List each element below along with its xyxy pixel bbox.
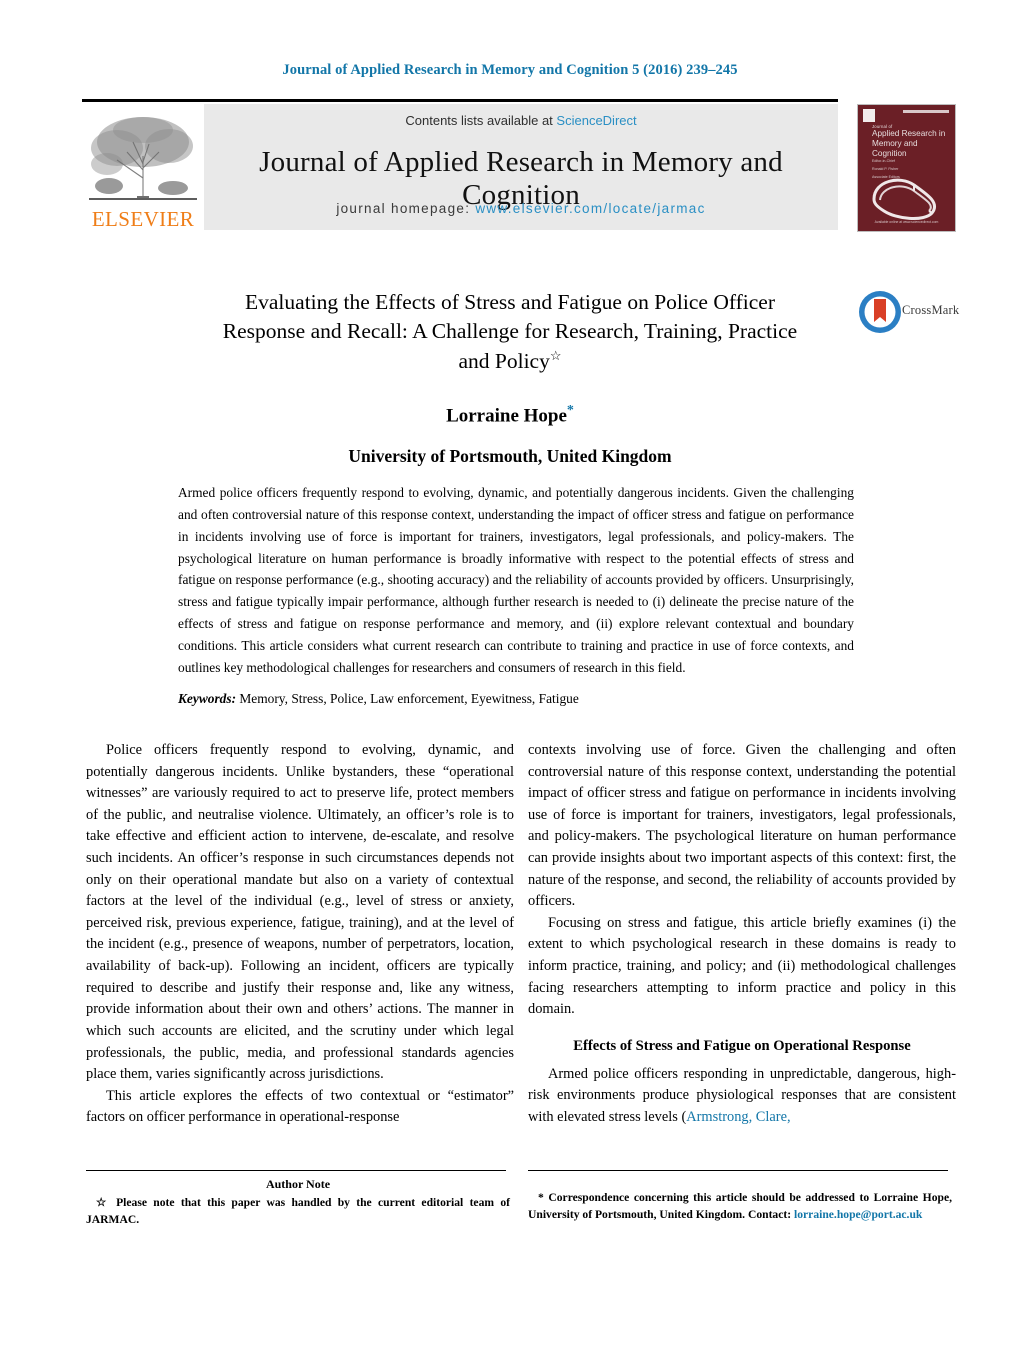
title-line-3: and Policy — [458, 349, 550, 374]
cover-title-block: Journal of Applied Research in Memory an… — [872, 124, 950, 159]
footnote-marker: * — [538, 1191, 544, 1204]
author-name: Lorraine Hope* — [180, 403, 840, 427]
keywords-value: Memory, Stress, Police, Law enforcement,… — [239, 691, 579, 706]
homepage-url-link[interactable]: www.elsevier.com/locate/jarmac — [475, 201, 705, 216]
cover-top-rule — [903, 110, 949, 113]
body-column-right: contexts involving use of force. Given t… — [528, 740, 956, 1129]
elsevier-tree-icon — [87, 112, 199, 208]
paragraph: Police officers frequently respond to ev… — [86, 742, 514, 1083]
elsevier-logo: ELSEVIER — [82, 104, 204, 230]
footnote-author-note: Author Note ☆ Please note that this pape… — [86, 1176, 510, 1228]
masthead-banner: Contents lists available at ScienceDirec… — [204, 104, 838, 230]
cover-title-line2: Applied Research in — [872, 129, 946, 139]
footnote-rule-right — [528, 1170, 948, 1171]
body-column-left: Police officers frequently respond to ev… — [86, 740, 514, 1129]
crossmark-badge[interactable]: CrossMark — [858, 290, 960, 338]
footnote-body: * Correspondence concerning this article… — [528, 1190, 952, 1223]
keywords-line: Keywords: Memory, Stress, Police, Law en… — [178, 691, 854, 707]
title-footnote-marker[interactable]: ☆ — [550, 348, 562, 363]
paragraph: Focusing on stress and fatigue, this art… — [528, 914, 956, 1018]
contents-prefix: Contents lists available at — [405, 113, 553, 128]
cover-title-line3: Memory and Cognition — [872, 139, 918, 159]
email-link[interactable]: lorraine.hope@port.ac.uk — [794, 1208, 922, 1221]
section-heading: Effects of Stress and Fatigue on Operati… — [573, 1037, 911, 1054]
paper-page: Journal of Applied Research in Memory an… — [0, 0, 1020, 1351]
masthead-top-rule — [82, 99, 838, 102]
abstract-text: Armed police officers frequently respond… — [178, 485, 854, 675]
keywords-label: Keywords: — [178, 691, 237, 706]
title-line-1: Evaluating the Effects of Stress and Fat… — [245, 290, 775, 314]
homepage-label: journal homepage: — [336, 201, 471, 216]
affiliation: University of Portsmouth, United Kingdom — [348, 445, 672, 466]
journal-masthead: ELSEVIER Contents lists available at Sci… — [82, 104, 838, 230]
paragraph: This article explores the effects of two… — [86, 1087, 514, 1126]
crossmark-icon — [859, 291, 901, 333]
cover-footer-text: Available online at www.sciencedirect.co… — [874, 220, 939, 224]
footnote-correspondence: * Correspondence concerning this article… — [528, 1190, 952, 1223]
elsevier-wordmark: ELSEVIER — [91, 207, 195, 231]
author-footnote-marker[interactable]: * — [567, 403, 574, 418]
sciencedirect-link[interactable]: ScienceDirect — [556, 113, 636, 128]
cover-elsevier-mark — [863, 109, 875, 122]
author-label: Lorraine Hope — [446, 404, 567, 426]
crossmark-label: CrossMark — [902, 303, 960, 317]
footnote-heading: Author Note — [265, 1177, 331, 1191]
title-line-2: Response and Recall: A Challenge for Res… — [222, 319, 798, 344]
mobius-strip-icon — [872, 178, 937, 220]
running-head: Journal of Applied Research in Memory an… — [282, 62, 738, 78]
footnote-marker: ☆ — [96, 1196, 110, 1210]
journal-homepage-line: journal homepage: www.elsevier.com/locat… — [204, 201, 838, 216]
cover-meta-1: Editor-in-Chief — [872, 159, 895, 163]
footnote-body: ☆ Please note that this paper was handle… — [86, 1195, 510, 1228]
footnote-text: Please note that this paper was handled … — [86, 1196, 510, 1226]
paragraph: contexts involving use of force. Given t… — [528, 742, 956, 910]
citation-link[interactable]: Armstrong, Clare, — [686, 1109, 790, 1125]
footnote-rule-left — [86, 1170, 506, 1171]
paragraph: Armed police officers responding in unpr… — [528, 1064, 956, 1129]
journal-cover-thumbnail[interactable]: Journal of Applied Research in Memory an… — [857, 104, 956, 232]
title-block: Evaluating the Effects of Stress and Fat… — [180, 288, 840, 467]
page-title: Evaluating the Effects of Stress and Fat… — [180, 288, 840, 377]
contents-lists-line: Contents lists available at ScienceDirec… — [204, 113, 838, 128]
